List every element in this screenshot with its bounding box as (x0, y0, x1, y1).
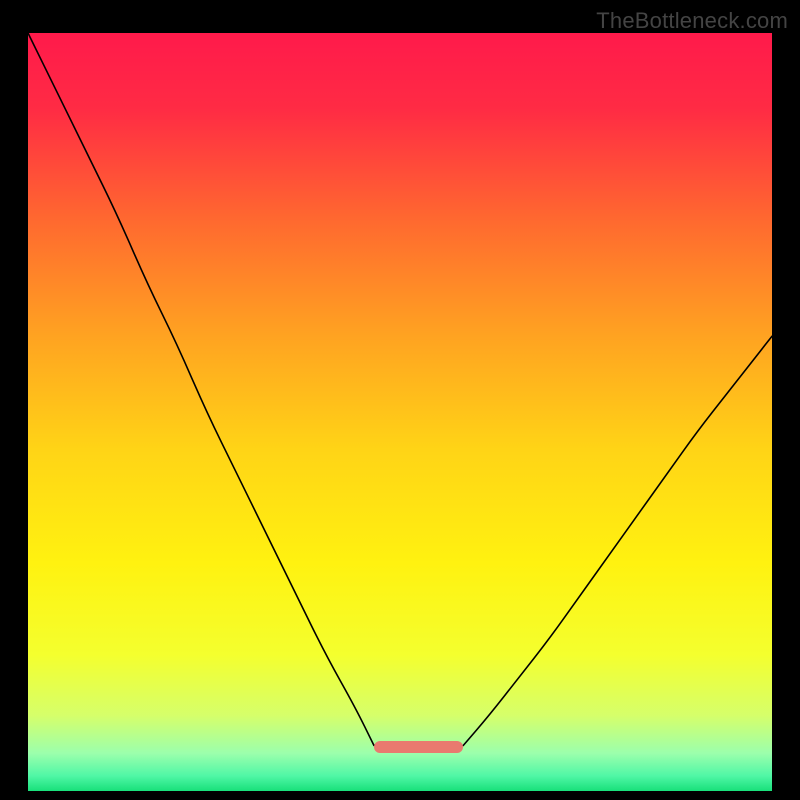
bottom-highlight-segment (374, 741, 463, 753)
watermark-text: TheBottleneck.com (596, 8, 788, 34)
chart-stage: TheBottleneck.com (0, 0, 800, 800)
plot-area (28, 33, 772, 791)
gradient-background (28, 33, 772, 791)
